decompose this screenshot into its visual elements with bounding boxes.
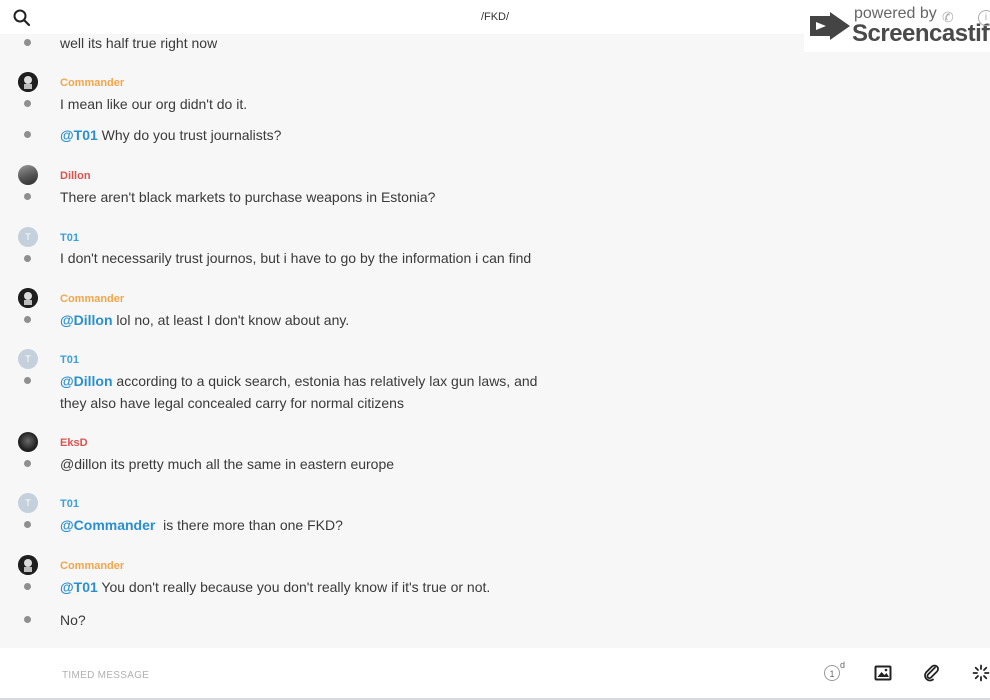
username[interactable]: T01 (60, 498, 79, 510)
timer-button[interactable]: 1 d (822, 660, 846, 684)
message-body: according to a quick search, estonia has… (112, 373, 538, 389)
message-bullet (24, 521, 31, 528)
message-text-continued: they also have legal concealed carry for… (60, 395, 404, 411)
username[interactable]: Dillon (60, 170, 91, 182)
commander-avatar-icon (18, 72, 38, 92)
username[interactable]: EksD (60, 437, 88, 449)
message-body: You don't really because you don't reall… (97, 579, 491, 595)
mention-link[interactable]: @T01 (60, 579, 98, 595)
message-text: No? (60, 612, 86, 628)
message-bullet (24, 255, 31, 262)
mention-link[interactable]: @Dillon (60, 312, 113, 328)
image-button[interactable] (872, 662, 894, 684)
message-text: @dillon its pretty much all the same in … (60, 456, 395, 472)
message-body: is there more than one FKD? (155, 517, 343, 533)
message-bullet (24, 39, 31, 46)
message-bullet (24, 100, 31, 107)
message-bullet (24, 131, 31, 138)
mention-link[interactable]: @T01 (60, 127, 98, 143)
username[interactable]: T01 (60, 232, 79, 244)
message-text: @Dillon lol no, at least I don't know ab… (60, 309, 660, 331)
message-text: There aren't black markets to purchase w… (60, 189, 436, 205)
info-icon: i (978, 10, 990, 26)
message-text: @Commander is there more than one FKD? (60, 514, 660, 536)
username[interactable]: Commander (60, 293, 124, 305)
timer-unit: d (840, 660, 846, 670)
message-text: I mean like our org didn't do it. (60, 96, 248, 112)
commander-avatar-icon (18, 288, 38, 308)
timed-message-input[interactable] (60, 665, 664, 685)
avatar[interactable] (18, 555, 38, 575)
avatar[interactable] (18, 288, 38, 308)
composer-bar: 1 d (0, 648, 990, 700)
attachment-button[interactable] (921, 662, 943, 684)
attachment-icon (924, 664, 939, 682)
message-bullet (24, 460, 31, 467)
message-body: Why do you trust journalists? (97, 127, 282, 143)
mention-link[interactable]: @Dillon (60, 373, 113, 389)
loading-icon (972, 664, 990, 682)
message-list: well its half true right now Commander I… (0, 34, 990, 648)
username[interactable]: Commander (60, 77, 124, 89)
avatar[interactable]: T (18, 493, 38, 513)
avatar[interactable] (18, 72, 38, 92)
avatar[interactable] (18, 165, 38, 185)
avatar[interactable]: T (18, 349, 38, 369)
message-bullet (24, 193, 31, 200)
commander-avatar-icon (18, 555, 38, 575)
message-bullet (24, 316, 31, 323)
timer-icon: 1 (824, 665, 840, 681)
message-text: @T01 Why do you trust journalists? (60, 124, 660, 146)
message-body: lol no, at least I don't know about any. (112, 312, 350, 328)
image-icon (874, 665, 892, 681)
message-text: @T01 You don't really because you don't … (60, 576, 660, 598)
message-bullet (24, 583, 31, 590)
message-text: well its half true right now (60, 35, 218, 51)
username[interactable]: T01 (60, 354, 79, 366)
message-text: @Dillon according to a quick search, est… (60, 370, 660, 392)
phone-icon: ✆ (942, 9, 954, 25)
username[interactable]: Commander (60, 560, 124, 572)
message-bullet (24, 377, 31, 384)
message-text: I don't necessarily trust journos, but i… (60, 250, 532, 266)
loading-button[interactable] (970, 662, 990, 684)
avatar[interactable] (18, 432, 38, 452)
mention-link[interactable]: @Commander (60, 517, 155, 533)
avatar[interactable]: T (18, 227, 38, 247)
message-bullet (24, 616, 31, 623)
